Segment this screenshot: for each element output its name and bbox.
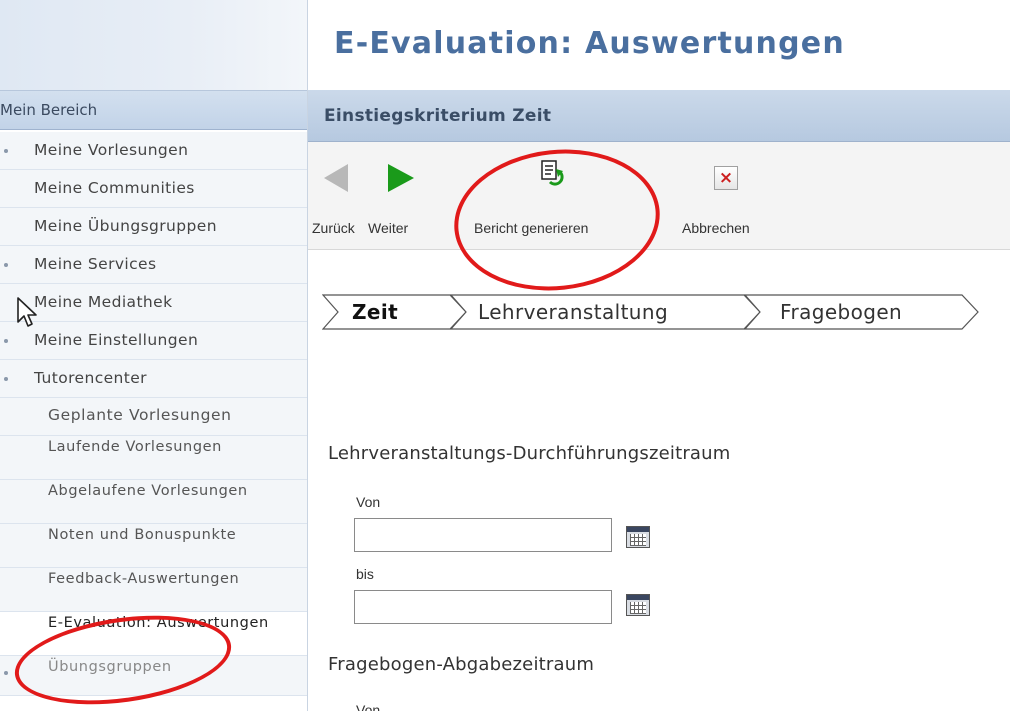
- sidebar-subitem-label: Feedback-Auswertungen: [48, 571, 240, 587]
- from-label: Von: [356, 494, 381, 510]
- sidebar-subitem-e-evaluation[interactable]: E-Evaluation: Auswertungen: [0, 612, 308, 656]
- sidebar-header: Mein Bereich: [0, 90, 308, 130]
- sidebar-nav: Meine Vorlesungen Meine Communities Mein…: [0, 132, 308, 696]
- sidebar-subitem-geplante-vorlesungen[interactable]: Geplante Vorlesungen: [0, 398, 308, 436]
- sidebar-item-label: Meine Services: [34, 255, 157, 273]
- generate-report-button[interactable]: Bericht generieren: [468, 142, 648, 250]
- step-fragebogen[interactable]: Fragebogen: [744, 294, 980, 330]
- bullet-icon: [4, 671, 8, 675]
- bullet-icon: [4, 377, 8, 381]
- sidebar-subitem-label: Übungsgruppen: [48, 659, 172, 675]
- sidebar-banner: [0, 0, 308, 90]
- cancel-label: Abbrechen: [682, 220, 750, 236]
- sidebar-item-vorlesungen[interactable]: Meine Vorlesungen: [0, 132, 308, 170]
- step-label: Zeit: [352, 300, 399, 324]
- close-icon: ×: [714, 166, 738, 190]
- sidebar-item-label: Meine Übungsgruppen: [34, 217, 217, 235]
- toolbar: Zurück Weiter Bericht generieren × Abbre…: [308, 142, 1010, 250]
- sidebar-item-mediathek[interactable]: Meine Mediathek: [0, 284, 308, 322]
- arrow-right-icon: [388, 164, 414, 192]
- step-header: Einstiegskriterium Zeit: [308, 90, 1010, 142]
- mouse-cursor-icon: [17, 297, 37, 327]
- main-content: E-Evaluation: Auswertungen Einstiegskrit…: [308, 0, 1010, 711]
- back-label: Zurück: [312, 220, 355, 236]
- from-date-input[interactable]: [354, 518, 612, 552]
- step-label: Lehrveranstaltung: [478, 300, 669, 324]
- page-title: E-Evaluation: Auswertungen: [334, 26, 845, 61]
- sidebar-subitem-feedback[interactable]: Feedback-Auswertungen: [0, 568, 308, 612]
- next-button[interactable]: Weiter: [366, 142, 448, 250]
- sidebar: Mein Bereich Meine Vorlesungen Meine Com…: [0, 0, 308, 711]
- step-zeit[interactable]: Zeit: [322, 294, 468, 330]
- section-abgabezeitraum: Fragebogen-Abgabezeitraum: [328, 654, 595, 675]
- sidebar-subitem-noten[interactable]: Noten und Bonuspunkte: [0, 524, 308, 568]
- title-area: E-Evaluation: Auswertungen: [308, 0, 1010, 90]
- bullet-icon: [4, 149, 8, 153]
- sidebar-item-services[interactable]: Meine Services: [0, 246, 308, 284]
- sidebar-item-label: Tutorencenter: [34, 369, 147, 387]
- from2-label: Von: [356, 702, 381, 711]
- arrow-left-icon: [324, 164, 348, 192]
- step-lehrveranstaltung[interactable]: Lehrveranstaltung: [450, 294, 762, 330]
- generate-report-label: Bericht generieren: [474, 220, 589, 236]
- next-label: Weiter: [368, 220, 409, 236]
- to-label: bis: [356, 566, 374, 582]
- sidebar-subitem-abgelaufene-vorlesungen[interactable]: Abgelaufene Vorlesungen: [0, 480, 308, 524]
- sidebar-item-label: Meine Mediathek: [34, 293, 173, 311]
- sidebar-subitem-label: Abgelaufene Vorlesungen: [48, 483, 248, 499]
- to-date-input[interactable]: [354, 590, 612, 624]
- back-button[interactable]: Zurück: [308, 142, 366, 250]
- bullet-icon: [4, 263, 8, 267]
- section-durchfuehrungszeitraum: Lehrveranstaltungs-Durchführungszeitraum: [328, 443, 731, 464]
- sidebar-item-label: Meine Vorlesungen: [34, 141, 189, 159]
- sidebar-item-tutorencenter[interactable]: Tutorencenter: [0, 360, 308, 398]
- calendar-icon[interactable]: [626, 526, 650, 548]
- sidebar-item-einstellungen[interactable]: Meine Einstellungen: [0, 322, 308, 360]
- sidebar-item-label: Meine Communities: [34, 179, 195, 197]
- bullet-icon: [4, 339, 8, 343]
- sidebar-subitem-label: E-Evaluation: Auswertungen: [48, 615, 269, 631]
- sidebar-subitem-label: Geplante Vorlesungen: [48, 406, 232, 424]
- sidebar-item-label: Meine Einstellungen: [34, 331, 199, 349]
- generate-report-icon: [541, 160, 564, 186]
- sidebar-subitem-uebungsgruppen[interactable]: Übungsgruppen: [0, 656, 308, 696]
- sidebar-subitem-label: Noten und Bonuspunkte: [48, 527, 237, 543]
- sidebar-subitem-label: Laufende Vorlesungen: [48, 439, 222, 455]
- step-title: Einstiegskriterium Zeit: [324, 106, 552, 126]
- sidebar-item-uebungsgruppen[interactable]: Meine Übungsgruppen: [0, 208, 308, 246]
- sidebar-subitem-laufende-vorlesungen[interactable]: Laufende Vorlesungen: [0, 436, 308, 480]
- cancel-button[interactable]: × Abbrechen: [674, 142, 764, 250]
- sidebar-item-communities[interactable]: Meine Communities: [0, 170, 308, 208]
- calendar-icon[interactable]: [626, 594, 650, 616]
- step-label: Fragebogen: [780, 300, 903, 324]
